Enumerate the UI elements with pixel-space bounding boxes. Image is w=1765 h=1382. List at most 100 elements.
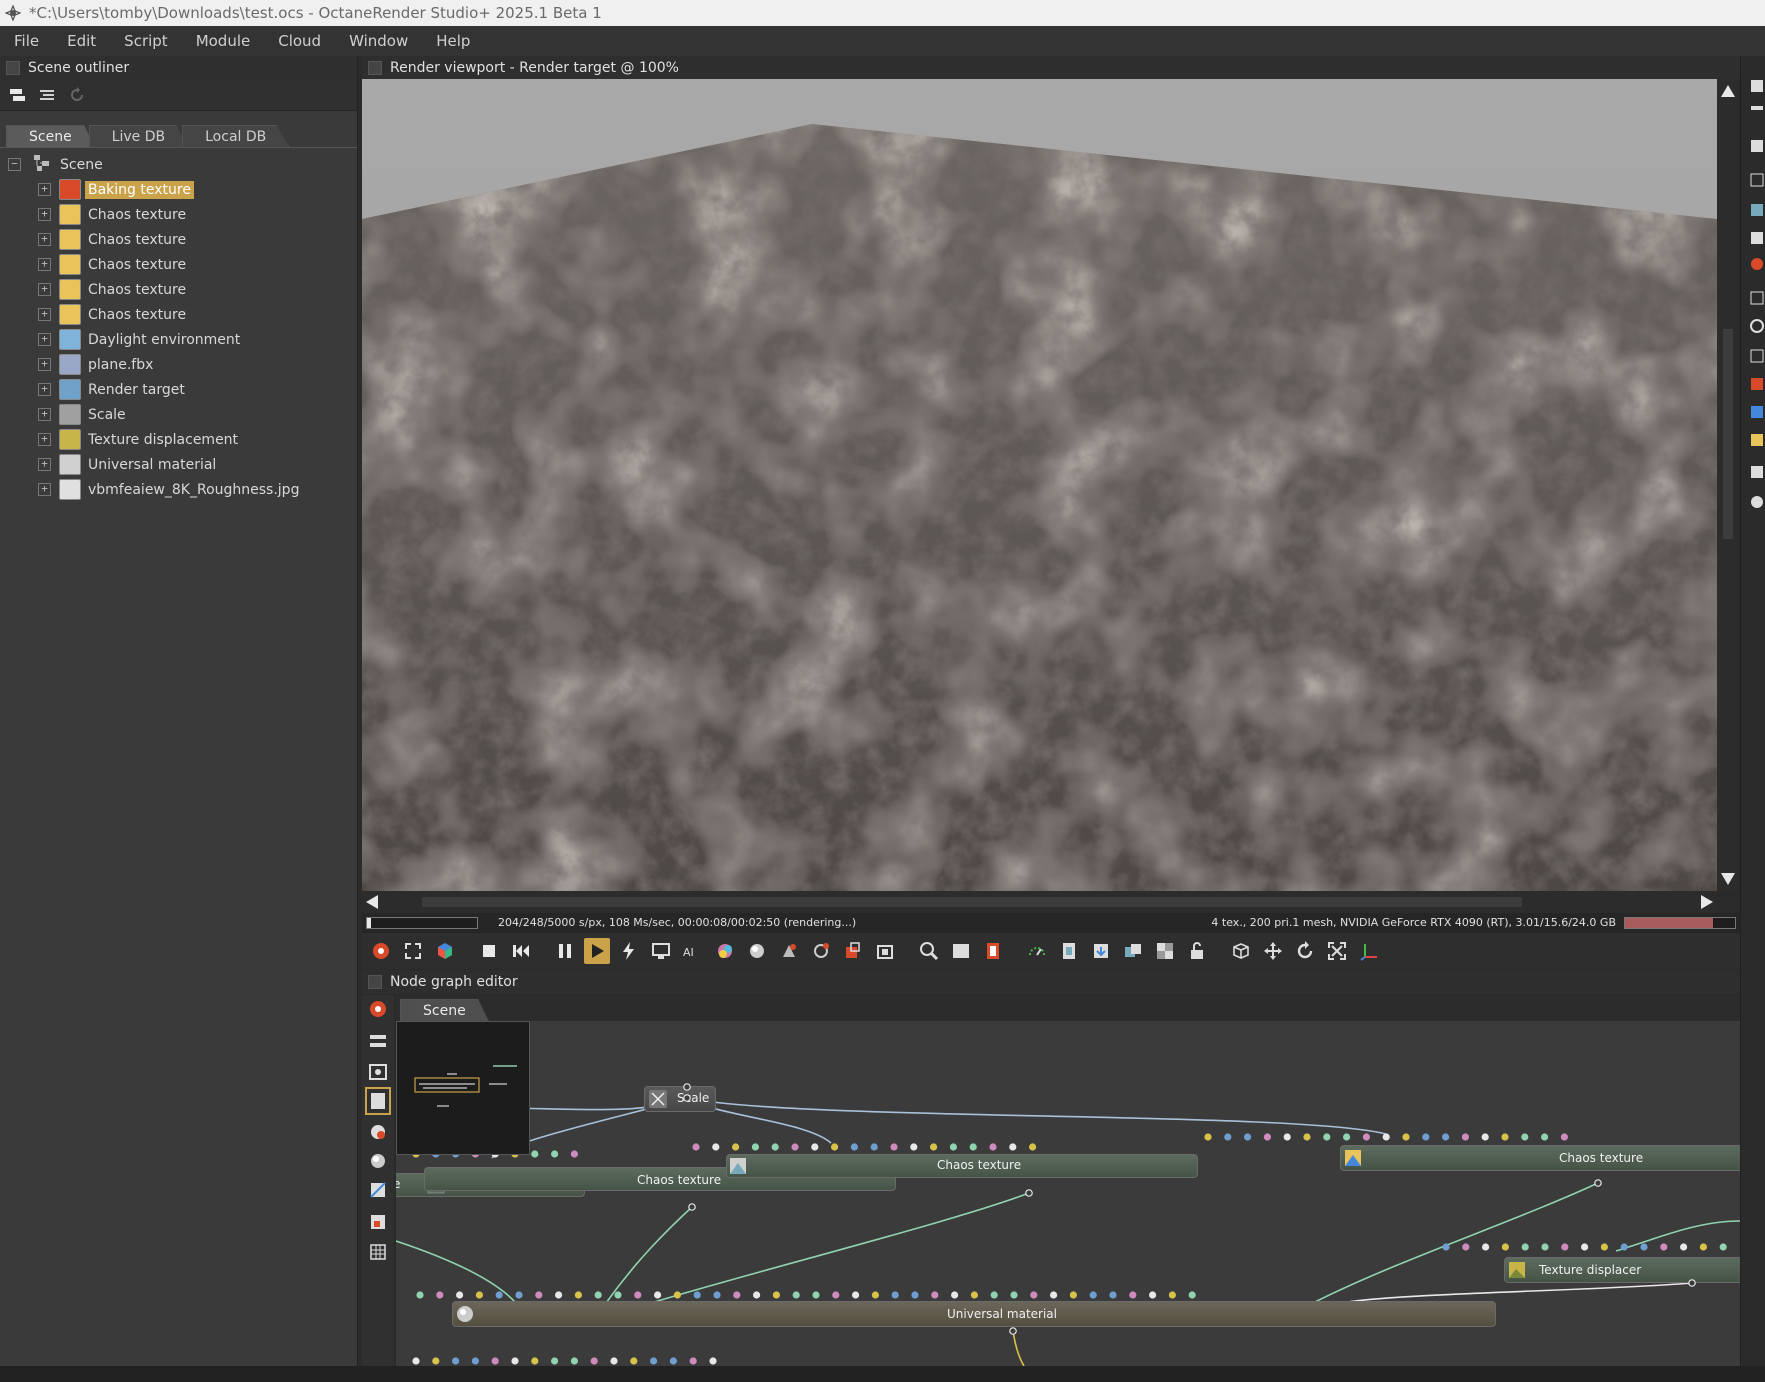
tree-item[interactable]: + Chaos texture	[0, 302, 357, 327]
expand-all-icon[interactable]	[8, 86, 28, 104]
menu-edit[interactable]: Edit	[53, 32, 110, 50]
object-picker-icon[interactable]	[776, 938, 802, 964]
viewport-vertical-scrollbar[interactable]	[1717, 79, 1739, 891]
node-input-pin	[791, 1143, 799, 1151]
expand-toggle-icon[interactable]: +	[38, 333, 51, 346]
tree-root-scene[interactable]: − Scene	[0, 152, 357, 177]
node-input-pin	[1680, 1243, 1688, 1251]
save-render-icon[interactable]	[1088, 938, 1114, 964]
live-db-icon[interactable]	[432, 938, 458, 964]
tree-item[interactable]: + Scale	[0, 402, 357, 427]
menu-cloud[interactable]: Cloud	[264, 32, 335, 50]
menu-module[interactable]: Module	[182, 32, 265, 50]
copy-to-clipboard-icon[interactable]	[1056, 938, 1082, 964]
tree-item[interactable]: + Chaos texture	[0, 202, 357, 227]
collapse-all-icon[interactable]	[38, 86, 58, 104]
expand-toggle-icon[interactable]: +	[38, 383, 51, 396]
node-input-pin	[1501, 1243, 1509, 1251]
panel-menu-icon[interactable]	[368, 61, 382, 75]
panel-tool-icon	[1751, 232, 1763, 244]
tree-item[interactable]: + Daylight environment	[0, 327, 357, 352]
render-image[interactable]	[362, 79, 1717, 891]
node-output-pin	[1009, 1327, 1017, 1335]
panel-tool-icon	[1751, 258, 1763, 270]
tree-item[interactable]: + Universal material	[0, 452, 357, 477]
tree-item[interactable]: + Texture displacement	[0, 427, 357, 452]
camera-view-icon[interactable]	[1228, 938, 1254, 964]
menu-window[interactable]: Window	[335, 32, 422, 50]
add-texture-icon	[371, 1125, 385, 1139]
background-icon[interactable]	[948, 938, 974, 964]
tree-item[interactable]: + Chaos texture	[0, 252, 357, 277]
start-render-icon[interactable]	[584, 938, 610, 964]
node-graph-navigator[interactable]	[396, 1021, 530, 1155]
tab-scene-graph[interactable]: Scene	[400, 999, 489, 1021]
node-input-pin	[1188, 1291, 1196, 1299]
menu-help[interactable]: Help	[422, 32, 484, 50]
recenter-view-icon[interactable]	[400, 938, 426, 964]
expand-toggle-icon[interactable]: +	[38, 208, 51, 221]
expand-toggle-icon[interactable]: +	[38, 483, 51, 496]
expand-toggle-icon[interactable]: +	[38, 458, 51, 471]
node-input-pin	[1422, 1133, 1430, 1141]
expand-toggle-icon[interactable]: +	[38, 258, 51, 271]
film-region-icon[interactable]	[872, 938, 898, 964]
export-passes-icon[interactable]	[1120, 938, 1146, 964]
real-time-render-icon[interactable]	[616, 938, 642, 964]
tab-local-db[interactable]: Local DB	[182, 125, 290, 147]
node-input-pin	[1343, 1133, 1351, 1141]
clay-mode-icon[interactable]	[980, 938, 1006, 964]
panel-menu-icon[interactable]	[368, 975, 382, 989]
refresh-icon[interactable]	[68, 86, 88, 104]
zoom-icon[interactable]	[916, 938, 942, 964]
world-axis-icon[interactable]	[1356, 938, 1382, 964]
ai-light-icon[interactable]: AI	[680, 938, 706, 964]
node-input-pin	[1541, 1133, 1549, 1141]
move-gizmo-icon[interactable]	[1260, 938, 1286, 964]
scroll-thumb	[1723, 329, 1733, 539]
tree-item[interactable]: + plane.fbx	[0, 352, 357, 377]
expand-toggle-icon[interactable]: +	[38, 408, 51, 421]
viewport-resolution-icon[interactable]	[648, 938, 674, 964]
tree-item-label: Universal material	[88, 456, 217, 473]
node-graph-canvas[interactable]: Scale e Chaos texture Chaos texture Chao…	[396, 1021, 1740, 1366]
tree-item[interactable]: + vbmfeaiew_8K_Roughness.jpg	[0, 477, 357, 502]
tree-root-label: Scene	[60, 156, 103, 173]
expand-toggle-icon[interactable]: +	[38, 308, 51, 321]
viewport-horizontal-scrollbar[interactable]	[362, 891, 1717, 913]
menu-bar: File Edit Script Module Cloud Window Hel…	[0, 26, 1765, 56]
expand-toggle-icon[interactable]: +	[38, 233, 51, 246]
denoise-icon[interactable]	[1152, 938, 1178, 964]
expand-toggle-icon[interactable]: +	[38, 433, 51, 446]
expand-toggle-icon[interactable]: +	[38, 183, 51, 196]
chaos-texture-icon	[59, 254, 81, 275]
pause-render-icon[interactable]	[552, 938, 578, 964]
collapse-toggle-icon[interactable]: −	[8, 158, 21, 171]
expand-toggle-icon[interactable]: +	[38, 283, 51, 296]
material-picker-icon[interactable]	[744, 938, 770, 964]
render-priority-icon[interactable]	[1024, 938, 1050, 964]
tab-scene[interactable]: Scene	[6, 125, 95, 147]
node-input-pin	[732, 1143, 740, 1151]
region-render-icon[interactable]	[840, 938, 866, 964]
panel-tool-icon	[1750, 291, 1764, 305]
menu-file[interactable]: File	[0, 32, 53, 50]
focus-picker-icon[interactable]	[808, 938, 834, 964]
tree-item[interactable]: + Chaos texture	[0, 227, 357, 252]
tab-live-db[interactable]: Live DB	[88, 125, 189, 147]
lock-viewport-icon[interactable]	[1184, 938, 1210, 964]
octane-settings-icon[interactable]	[368, 938, 394, 964]
stop-render-icon[interactable]	[476, 938, 502, 964]
tree-item[interactable]: + Render target	[0, 377, 357, 402]
node-input-pin	[771, 1143, 779, 1151]
rotate-gizmo-icon[interactable]	[1292, 938, 1318, 964]
restart-render-icon[interactable]	[508, 938, 534, 964]
panel-menu-icon[interactable]	[6, 61, 20, 75]
scale-gizmo-icon[interactable]	[1324, 938, 1350, 964]
color-picker-icon[interactable]	[712, 938, 738, 964]
menu-script[interactable]: Script	[110, 32, 182, 50]
tree-item[interactable]: + Chaos texture	[0, 277, 357, 302]
node-input-pin	[1283, 1133, 1291, 1141]
tree-item[interactable]: + Baking texture	[0, 177, 357, 202]
expand-toggle-icon[interactable]: +	[38, 358, 51, 371]
